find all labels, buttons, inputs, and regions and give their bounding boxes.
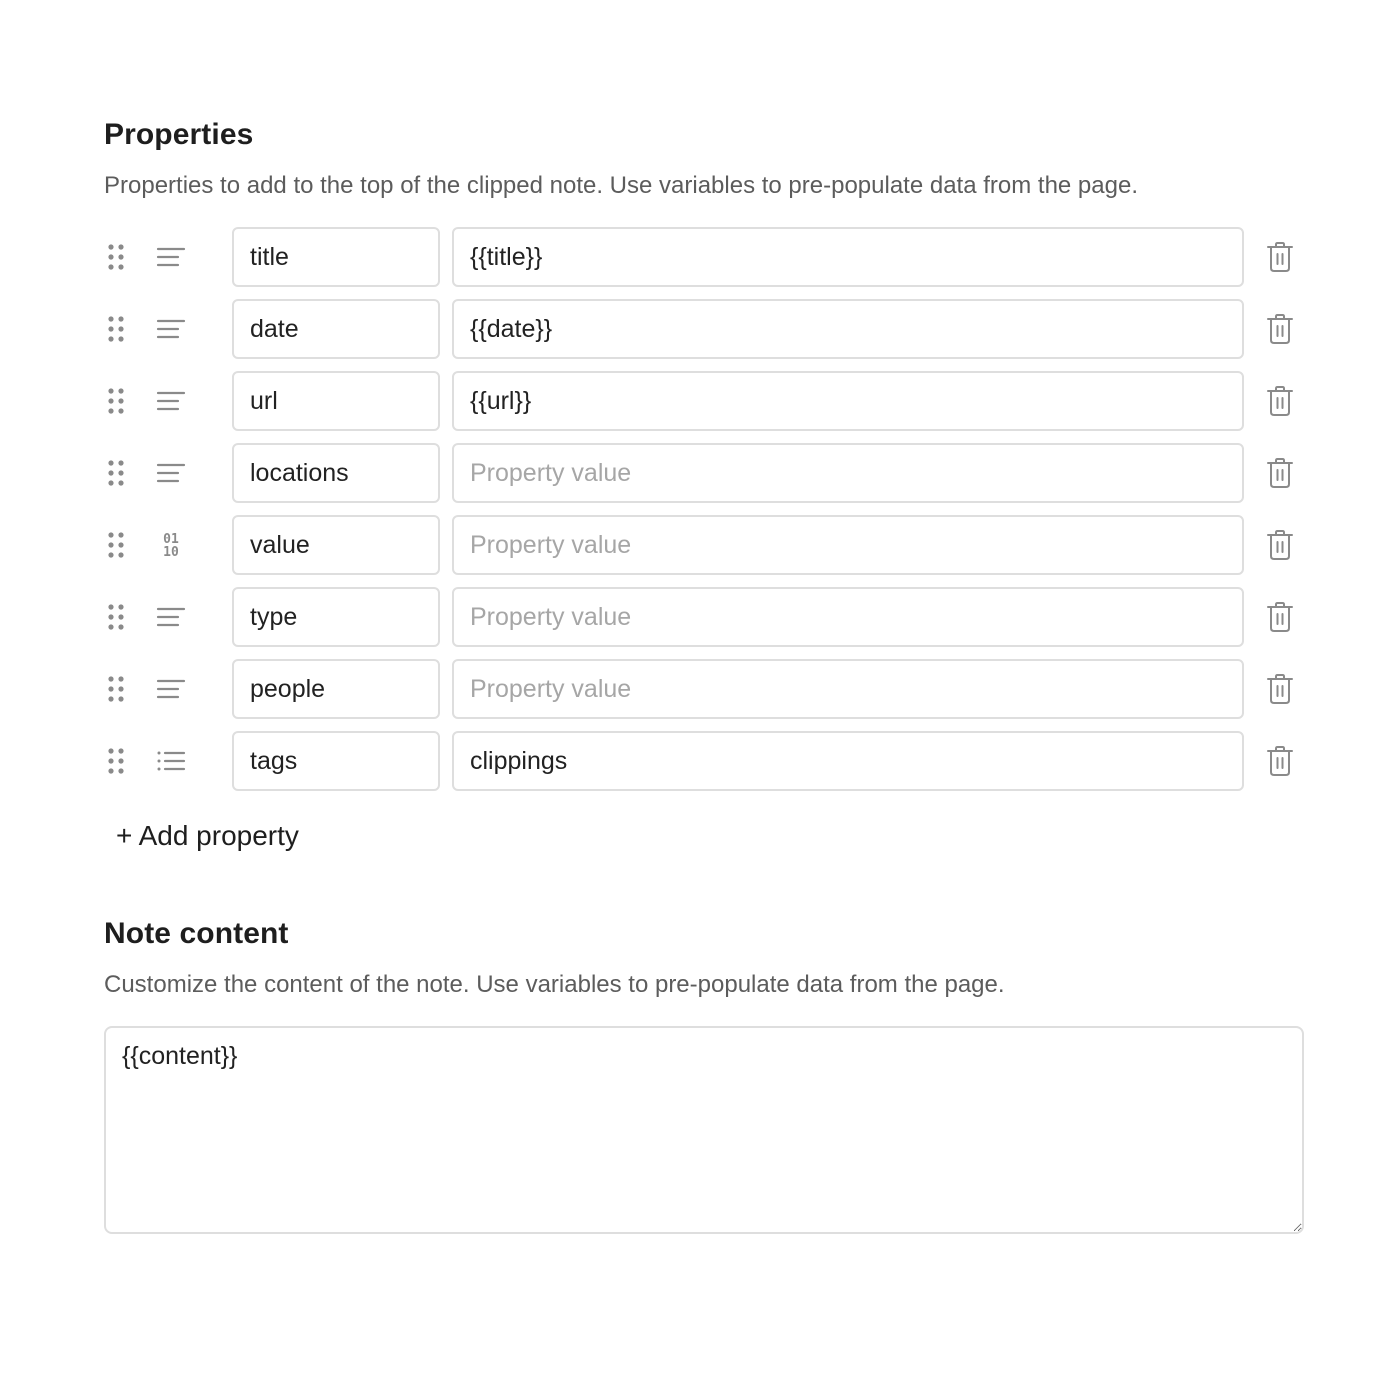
property-name-input[interactable]	[232, 299, 440, 359]
trash-icon	[1266, 385, 1294, 417]
trash-icon	[1266, 529, 1294, 561]
property-row	[104, 587, 1304, 647]
property-value-input[interactable]	[452, 587, 1244, 647]
property-name-input[interactable]	[232, 371, 440, 431]
property-name-input[interactable]	[232, 587, 440, 647]
text-lines-icon[interactable]	[154, 313, 188, 345]
add-property-button[interactable]: + Add property	[116, 820, 299, 852]
note-content-heading: Note content	[104, 917, 289, 950]
delete-property-button[interactable]	[1264, 241, 1296, 273]
text-lines-icon[interactable]	[154, 601, 188, 633]
property-value-input[interactable]	[452, 299, 1244, 359]
note-content-description: Customize the content of the note. Use v…	[104, 971, 1005, 998]
drag-handle-icon[interactable]	[106, 747, 126, 775]
property-row: 01 10	[104, 515, 1304, 575]
trash-icon	[1266, 673, 1294, 705]
drag-handle-icon[interactable]	[106, 531, 126, 559]
property-name-input[interactable]	[232, 443, 440, 503]
property-value-input[interactable]	[452, 731, 1244, 791]
property-name-input[interactable]	[232, 659, 440, 719]
property-row	[104, 371, 1304, 431]
properties-description: Properties to add to the top of the clip…	[104, 172, 1138, 199]
property-row	[104, 731, 1304, 791]
trash-icon	[1266, 601, 1294, 633]
delete-property-button[interactable]	[1264, 529, 1296, 561]
clipper-template-settings: Properties Properties to add to the top …	[0, 0, 1400, 1400]
property-value-input[interactable]	[452, 227, 1244, 287]
property-value-input[interactable]	[452, 659, 1244, 719]
delete-property-button[interactable]	[1264, 385, 1296, 417]
property-name-input[interactable]	[232, 227, 440, 287]
delete-property-button[interactable]	[1264, 313, 1296, 345]
trash-icon	[1266, 745, 1294, 777]
properties-list: 01 10	[104, 227, 1304, 803]
property-row	[104, 659, 1304, 719]
property-name-input[interactable]	[232, 515, 440, 575]
properties-heading: Properties	[104, 118, 254, 151]
drag-handle-icon[interactable]	[106, 675, 126, 703]
text-lines-icon[interactable]	[154, 385, 188, 417]
property-row	[104, 443, 1304, 503]
drag-handle-icon[interactable]	[106, 243, 126, 271]
text-lines-icon[interactable]	[154, 673, 188, 705]
trash-icon	[1266, 457, 1294, 489]
delete-property-button[interactable]	[1264, 745, 1296, 777]
property-name-input[interactable]	[232, 731, 440, 791]
property-row	[104, 227, 1304, 287]
property-row	[104, 299, 1304, 359]
property-value-input[interactable]	[452, 371, 1244, 431]
trash-icon	[1266, 241, 1294, 273]
delete-property-button[interactable]	[1264, 673, 1296, 705]
number-glyph-bottom: 10	[163, 545, 179, 560]
drag-handle-icon[interactable]	[106, 459, 126, 487]
number-binary-icon[interactable]: 01 10	[154, 529, 188, 561]
property-value-input[interactable]	[452, 443, 1244, 503]
trash-icon	[1266, 313, 1294, 345]
text-lines-icon[interactable]	[154, 457, 188, 489]
note-content-textarea[interactable]	[104, 1026, 1304, 1234]
drag-handle-icon[interactable]	[106, 315, 126, 343]
delete-property-button[interactable]	[1264, 601, 1296, 633]
list-icon[interactable]	[154, 745, 188, 777]
drag-handle-icon[interactable]	[106, 387, 126, 415]
property-value-input[interactable]	[452, 515, 1244, 575]
text-lines-icon[interactable]	[154, 241, 188, 273]
drag-handle-icon[interactable]	[106, 603, 126, 631]
delete-property-button[interactable]	[1264, 457, 1296, 489]
